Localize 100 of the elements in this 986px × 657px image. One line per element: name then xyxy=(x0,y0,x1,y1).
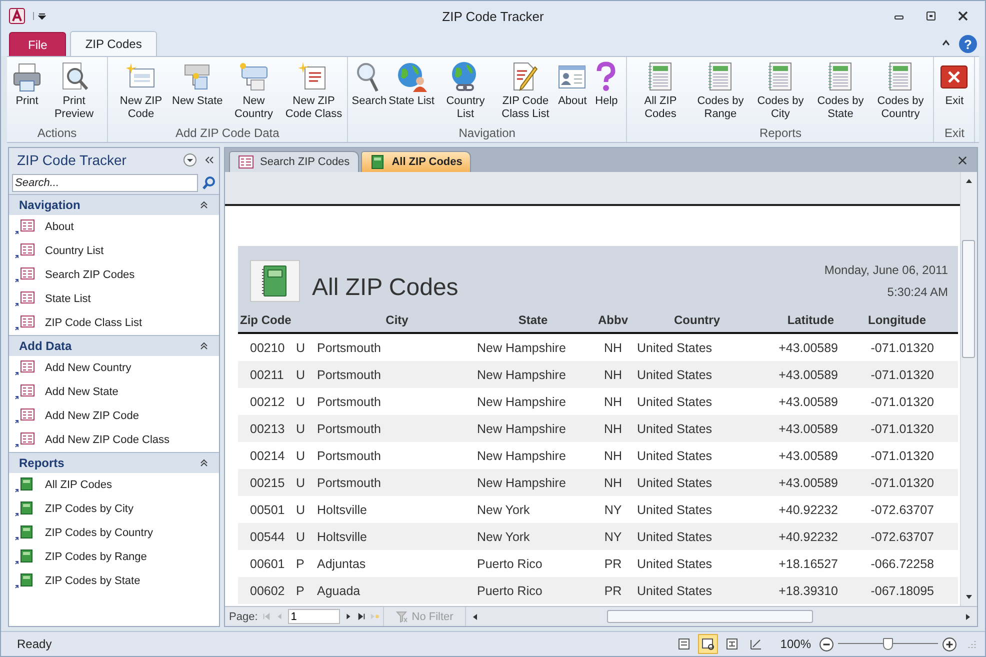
search-field[interactable]: Search... xyxy=(12,174,198,192)
document-tab[interactable]: All ZIP Codes xyxy=(360,151,472,172)
table-cell-text: Puerto Rico xyxy=(477,556,544,570)
ribbon-group-label: Exit xyxy=(944,126,964,142)
zoom-slider[interactable] xyxy=(838,636,938,652)
nav-item[interactable]: Add New ZIP Code Class xyxy=(9,428,219,452)
table-cell-text: Portsmouth xyxy=(317,394,382,408)
nav-group-header[interactable]: Reports xyxy=(9,452,219,473)
table-cell-text: United States xyxy=(637,394,714,408)
table-cell-text: Holtsville xyxy=(317,502,368,516)
nav-item[interactable]: About xyxy=(9,215,219,239)
nav-item[interactable]: Search ZIP Codes xyxy=(9,263,219,287)
customize-toolbar-icon[interactable] xyxy=(33,12,46,20)
table-cell-text: NH xyxy=(602,476,624,490)
ribbon-button[interactable]: Print xyxy=(10,57,44,126)
ribbon-button[interactable]: Codes by State xyxy=(810,57,870,126)
close-icon[interactable] xyxy=(958,156,967,165)
ribbon-button[interactable]: ZIP Code Class List xyxy=(495,57,556,126)
filter-icon xyxy=(396,610,408,622)
nav-group-header[interactable]: Navigation xyxy=(9,194,219,215)
table-cell-text: +43.00589 xyxy=(778,448,839,462)
minimize-ribbon-icon[interactable] xyxy=(941,38,951,48)
column-header: Country xyxy=(673,313,721,327)
table-cell-text: NH xyxy=(602,340,624,354)
nav-item[interactable]: All ZIP Codes xyxy=(9,473,219,497)
ribbon-button[interactable]: About xyxy=(555,57,590,126)
report-icon xyxy=(15,573,35,589)
ribbon-button[interactable]: New ZIP Code xyxy=(111,57,171,126)
table-cell-text: P xyxy=(296,584,306,598)
nav-item[interactable]: ZIP Code Class List xyxy=(9,311,219,335)
nav-item[interactable]: ZIP Codes by State xyxy=(9,569,219,593)
table-cell-text: New Hampshire xyxy=(477,448,567,462)
zoom-in-icon[interactable] xyxy=(942,636,957,652)
dropdown-icon[interactable] xyxy=(183,153,197,167)
help-button[interactable]: ? xyxy=(959,35,977,53)
ribbon-button[interactable]: New State xyxy=(171,57,224,126)
ribbon-tab[interactable]: File xyxy=(9,32,66,56)
scrollbar-thumb[interactable] xyxy=(962,240,975,358)
report-date: Monday, June 06, 2011 xyxy=(824,263,948,277)
nav-item[interactable]: Add New Country xyxy=(9,356,219,380)
ribbon-button[interactable]: Codes by Range xyxy=(690,57,750,126)
resize-grip-icon[interactable] xyxy=(967,639,977,649)
ribbon-button[interactable]: Country List xyxy=(435,57,496,126)
table-cell-text: New Hampshire xyxy=(477,340,567,354)
table-cell-text: P xyxy=(296,556,306,570)
search-icon[interactable] xyxy=(202,176,216,190)
ribbon-button[interactable]: Search xyxy=(350,57,388,126)
ribbon-button[interactable]: State List xyxy=(388,57,436,126)
table-cell-text: -072.63707 xyxy=(870,502,935,516)
table-cell-text: New Hampshire xyxy=(477,368,567,382)
nav-group-header[interactable]: Add Data xyxy=(9,335,219,356)
table-cell-text: Adjuntas xyxy=(317,556,367,570)
collapse-pane-icon[interactable] xyxy=(203,154,215,166)
column-header: Latitude xyxy=(786,313,835,327)
nav-item[interactable]: State List xyxy=(9,287,219,311)
ribbon-button[interactable]: Print Preview xyxy=(44,57,104,126)
restore-icon[interactable] xyxy=(925,10,937,22)
document-tab[interactable]: Search ZIP Codes xyxy=(229,151,359,172)
new-form-icon xyxy=(238,61,270,93)
table-cell-text: Portsmouth xyxy=(317,368,382,382)
report-logo-icon xyxy=(250,260,300,302)
scrollbar-thumb[interactable] xyxy=(607,610,814,623)
app-logo-icon[interactable] xyxy=(9,8,25,24)
last-page-icon[interactable] xyxy=(356,612,366,621)
layout-view-button[interactable] xyxy=(698,634,718,654)
table-cell-text: United States xyxy=(637,340,714,354)
ribbon-button[interactable]: Help xyxy=(589,57,624,126)
table-cell-text: NY xyxy=(603,502,623,516)
close-icon[interactable] xyxy=(957,10,969,22)
ribbon-button[interactable]: Exit xyxy=(937,57,972,126)
table-cell-text: Aguada xyxy=(317,584,362,598)
zoom-out-icon[interactable] xyxy=(819,636,834,652)
page-number-field[interactable]: 1 xyxy=(288,609,340,624)
nav-item[interactable]: Country List xyxy=(9,239,219,263)
report-icon xyxy=(15,525,35,541)
form-icon xyxy=(15,219,35,235)
ribbon-button[interactable]: All ZIP Codes xyxy=(630,57,690,126)
table-cell-text: +43.00589 xyxy=(778,394,839,408)
table-cell-text: U xyxy=(296,394,306,408)
nav-item[interactable]: ZIP Codes by Range xyxy=(9,545,219,569)
next-page-icon[interactable] xyxy=(344,612,353,621)
chevron-up-icon[interactable] xyxy=(199,200,209,210)
chevron-up-icon[interactable] xyxy=(199,458,209,468)
nav-item[interactable]: Add New State xyxy=(9,380,219,404)
ribbon-button[interactable]: Codes by City xyxy=(750,57,810,126)
ribbon-button[interactable]: New ZIP Code Class xyxy=(284,57,344,126)
slider-thumb[interactable] xyxy=(883,638,893,650)
nav-item[interactable]: Add New ZIP Code xyxy=(9,404,219,428)
table-cell-text: PR xyxy=(603,556,623,570)
ribbon-button[interactable]: New Country xyxy=(224,57,284,126)
chevron-up-icon[interactable] xyxy=(199,341,209,351)
ruler-icon xyxy=(749,637,764,651)
page-magnifier-icon xyxy=(701,637,716,651)
table-cell-text: -071.01320 xyxy=(870,368,935,382)
nav-item[interactable]: ZIP Codes by City xyxy=(9,497,219,521)
globe-person-icon xyxy=(396,61,428,93)
table-cell-text: United States xyxy=(637,556,714,570)
ribbon-tab[interactable]: ZIP Codes xyxy=(70,31,157,56)
ribbon-button[interactable]: Codes by Country xyxy=(870,57,930,126)
nav-item[interactable]: ZIP Codes by Country xyxy=(9,521,219,545)
